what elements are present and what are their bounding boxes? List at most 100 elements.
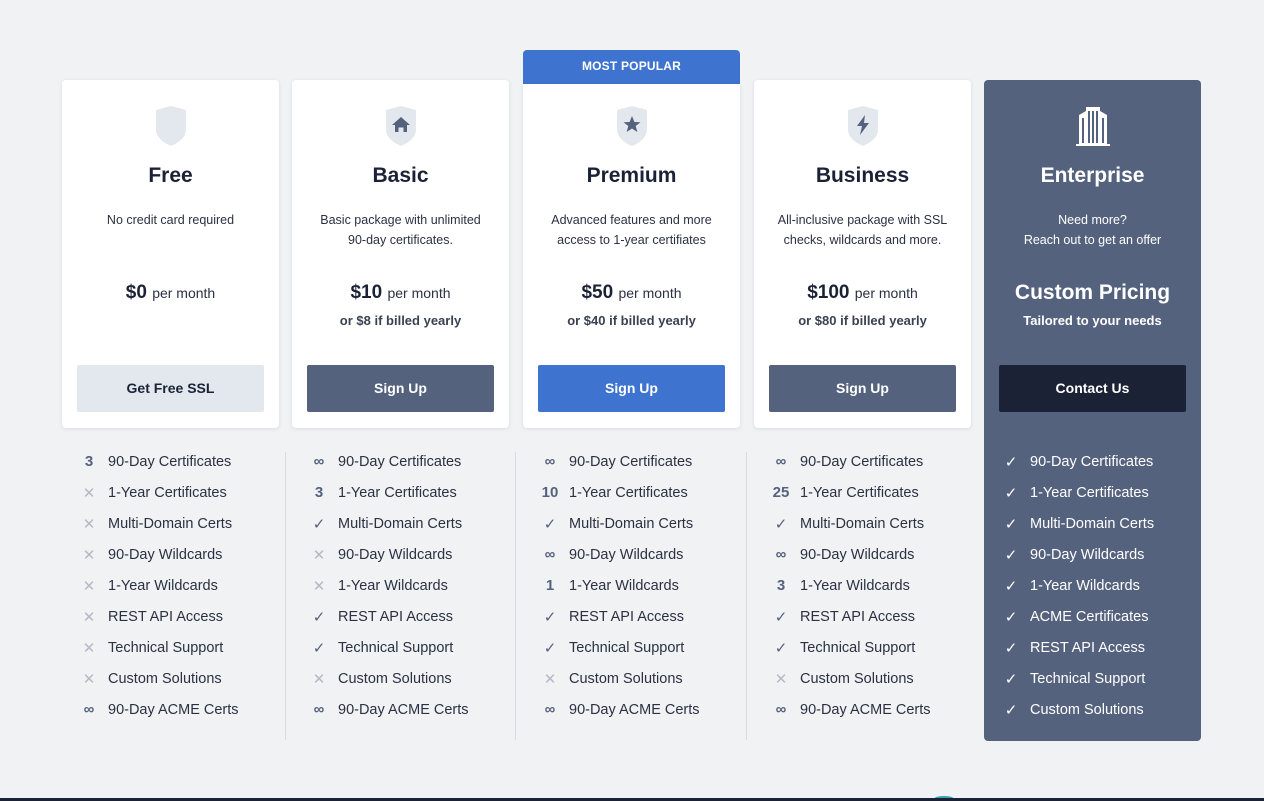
feature-item: ✕ 1-Year Wildcards [70, 570, 287, 601]
check-icon: ✓ [543, 515, 557, 533]
check-icon: ✓ [774, 639, 788, 657]
cross-icon: ✕ [312, 577, 326, 595]
shield-bolt-icon [754, 105, 971, 147]
feature-label: 90-Day ACME Certs [800, 701, 931, 718]
billed-yearly-note: or $8 if billed yearly [339, 313, 462, 328]
feature-item: ✕ 90-Day Wildcards [70, 539, 287, 570]
feature-label: Technical Support [569, 639, 685, 656]
plan-description-line: Basic package with unlimited [320, 213, 481, 227]
feature-label: Technical Support [108, 639, 224, 656]
feature-list-basic: ∞ 90-Day Certificates 3 1-Year Certificates… [300, 446, 517, 725]
feature-label: 1-Year Certificates [338, 484, 457, 501]
feature-label: Custom Solutions [1030, 701, 1144, 718]
feature-item: ✓ ACME Certificates [992, 601, 1209, 632]
cross-icon: ✕ [82, 546, 96, 564]
most-popular-badge: MOST POPULAR [523, 50, 740, 84]
check-icon: ✓ [543, 639, 557, 657]
feature-label: 1-Year Wildcards [800, 577, 910, 594]
feature-item: ✓ 90-Day Certificates [992, 446, 1209, 477]
plan-name: Enterprise [1040, 164, 1145, 187]
feature-label: 90-Day Wildcards [1030, 546, 1145, 563]
feature-item: ∞ 90-Day Wildcards [762, 539, 979, 570]
price-amount: $50 [581, 282, 614, 303]
feature-item: ∞ 90-Day ACME Certs [531, 694, 748, 725]
feature-item: ✓ 90-Day Wildcards [992, 539, 1209, 570]
feature-label: Custom Solutions [569, 670, 683, 687]
feature-item: ✓ Multi-Domain Certs [531, 508, 748, 539]
price-amount: Custom Pricing [1014, 281, 1171, 304]
feature-label: 1-Year Wildcards [1030, 577, 1140, 594]
feature-item: ✕ Technical Support [70, 632, 287, 663]
plan-price: $50 per month [523, 282, 740, 304]
check-icon: ✓ [1004, 453, 1018, 471]
sign-up-button-basic[interactable]: Sign Up [307, 365, 494, 412]
feature-item: ✓ Technical Support [531, 632, 748, 663]
feature-label: Custom Solutions [800, 670, 914, 687]
check-icon: ✓ [543, 608, 557, 626]
feature-item: 3 1-Year Certificates [300, 477, 517, 508]
feature-label: 90-Day ACME Certs [108, 701, 239, 718]
feature-item: ∞ 90-Day ACME Certs [70, 694, 287, 725]
feature-label: 90-Day Wildcards [108, 546, 223, 563]
feature-item: ✓ Multi-Domain Certs [762, 508, 979, 539]
price-period: per month [854, 285, 918, 301]
feature-item: ✓ REST API Access [762, 601, 979, 632]
feature-item: 10 1-Year Certificates [531, 477, 748, 508]
check-icon: ✓ [312, 608, 326, 626]
plan-price: $100 per month [754, 282, 971, 304]
feature-count: 3 [84, 453, 94, 470]
feature-label: 90-Day Certificates [800, 453, 924, 470]
feature-label: 1-Year Certificates [1030, 484, 1149, 501]
feature-label: REST API Access [1030, 639, 1145, 656]
feature-item: ✕ Custom Solutions [531, 663, 748, 694]
feature-label: Multi-Domain Certs [338, 515, 463, 532]
plan-description-line: access to 1-year certifiates [557, 233, 706, 247]
sign-up-button-business[interactable]: Sign Up [769, 365, 956, 412]
infinity-icon: ∞ [544, 701, 556, 718]
feature-label: 90-Day ACME Certs [338, 701, 469, 718]
plan-price: $0 per month [62, 282, 279, 304]
price-period: per month [152, 285, 216, 301]
plan-description-line: checks, wildcards and more. [783, 233, 942, 247]
feature-item: ∞ 90-Day Certificates [300, 446, 517, 477]
feature-label: 90-Day Certificates [338, 453, 462, 470]
feature-item: ✕ Custom Solutions [70, 663, 287, 694]
feature-label: Multi-Domain Certs [569, 515, 694, 532]
feature-item: ✕ 1-Year Wildcards [300, 570, 517, 601]
pricing-note: Tailored to your needs [1023, 313, 1162, 328]
feature-item: ✓ 1-Year Certificates [992, 477, 1209, 508]
feature-label: 1-Year Wildcards [338, 577, 448, 594]
infinity-icon: ∞ [775, 701, 787, 718]
plan-description: No credit card required [74, 210, 267, 230]
check-icon: ✓ [312, 515, 326, 533]
feature-label: 90-Day Wildcards [569, 546, 684, 563]
shield-home-icon [292, 105, 509, 147]
feature-label: 90-Day Certificates [1030, 453, 1154, 470]
feature-item: ✕ REST API Access [70, 601, 287, 632]
cross-icon: ✕ [82, 515, 96, 533]
check-icon: ✓ [1004, 608, 1018, 626]
contact-us-button[interactable]: Contact Us [999, 365, 1186, 412]
feature-item: ✕ Custom Solutions [300, 663, 517, 694]
feature-item: ✓ Custom Solutions [992, 694, 1209, 725]
check-icon: ✓ [1004, 577, 1018, 595]
get-free-ssl-button[interactable]: Get Free SSL [77, 365, 264, 412]
cross-icon: ✕ [82, 577, 96, 595]
check-icon: ✓ [1004, 639, 1018, 657]
shield-icon [62, 105, 279, 147]
infinity-icon: ∞ [313, 701, 325, 718]
feature-item: 3 90-Day Certificates [70, 446, 287, 477]
sign-up-button-premium[interactable]: Sign Up [538, 365, 725, 412]
feature-label: 90-Day ACME Certs [569, 701, 700, 718]
feature-item: ✕ Multi-Domain Certs [70, 508, 287, 539]
plan-name: Business [815, 164, 910, 187]
price-amount: $100 [807, 282, 850, 303]
feature-label: REST API Access [569, 608, 684, 625]
infinity-icon: ∞ [544, 453, 556, 470]
plan-description-line: All-inclusive package with SSL [777, 213, 948, 227]
feature-label: Multi-Domain Certs [1030, 515, 1155, 532]
check-icon: ✓ [1004, 701, 1018, 719]
feature-count: 10 [541, 484, 559, 501]
feature-item: ✓ Technical Support [762, 632, 979, 663]
feature-label: Custom Solutions [108, 670, 222, 687]
